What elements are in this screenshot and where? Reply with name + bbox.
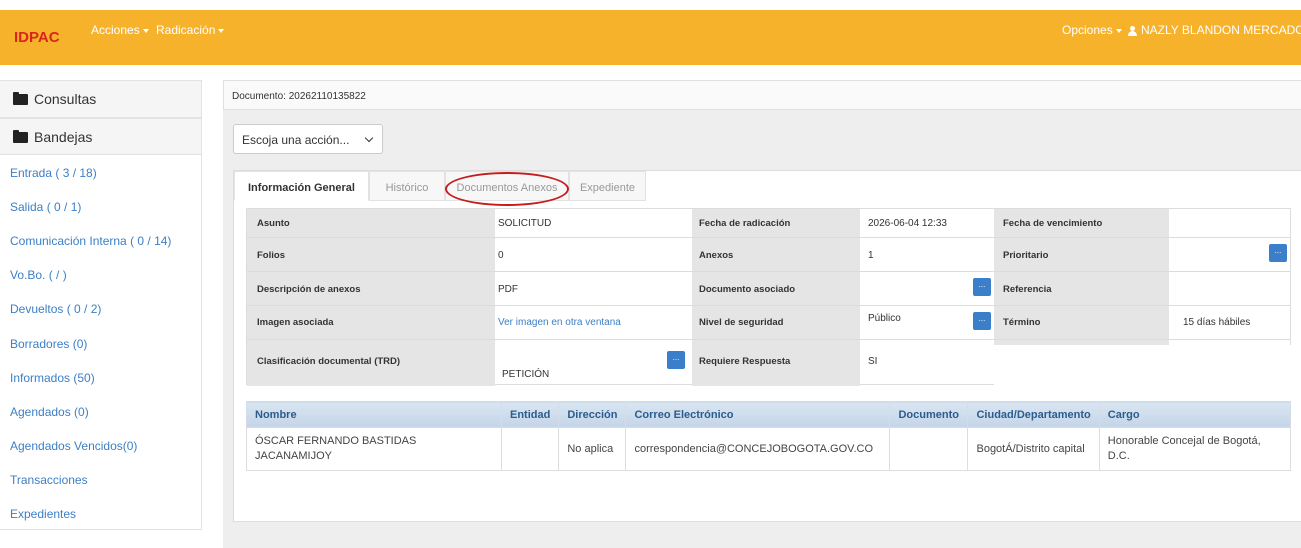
sidebar-item-devueltos[interactable]: Devueltos ( 0 / 2) — [10, 302, 101, 316]
main-panel: Documento: 20262110135822 Escoja una acc… — [223, 80, 1301, 548]
brand-logo[interactable]: IDPAC — [14, 29, 60, 46]
value-requiere-respuesta: SI — [868, 356, 878, 367]
col-direccion[interactable]: Dirección — [558, 401, 627, 428]
value-fecha-radicacion: 2026-06-04 12:33 — [868, 218, 947, 229]
cell-direccion: No aplica — [558, 427, 627, 471]
col-cargo[interactable]: Cargo — [1098, 401, 1292, 428]
folder-icon — [13, 130, 28, 143]
sidebar-bandejas[interactable]: Bandejas — [0, 118, 201, 155]
cell-entidad — [500, 427, 560, 471]
document-details: Información General Histórico Documentos… — [233, 170, 1301, 522]
table-header-row: Nombre Entidad Dirección Correo Electrón… — [246, 401, 1292, 428]
menu-radicacion[interactable]: Radicación — [156, 23, 225, 37]
sidebar-consultas[interactable]: Consultas — [0, 81, 201, 118]
sidebar-item-borradores[interactable]: Borradores (0) — [10, 337, 87, 351]
cell-cargo: Honorable Concejal de Bogotá, D.C. — [1098, 427, 1292, 471]
label-requiere-respuesta: Requiere Respuesta — [699, 356, 791, 367]
col-entidad[interactable]: Entidad — [500, 401, 560, 428]
col-correo[interactable]: Correo Electrónico — [625, 401, 891, 428]
label-descripcion-anexos: Descripción de anexos — [257, 284, 361, 295]
prioritario-button[interactable]: ... — [1269, 244, 1287, 262]
documento-asociado-button[interactable]: ... — [973, 278, 991, 296]
tab-informacion-general[interactable]: Información General — [234, 171, 369, 201]
caret-down-icon — [218, 28, 225, 33]
label-prioritario: Prioritario — [1003, 250, 1049, 261]
nivel-seguridad-button[interactable]: ... — [973, 312, 991, 330]
sidebar-item-agendados-vencidos[interactable]: Agendados Vencidos(0) — [10, 439, 137, 453]
action-select[interactable]: Escoja una acción... — [233, 124, 383, 154]
value-descripcion-anexos: PDF — [498, 284, 518, 295]
action-select-value: Escoja una acción... — [242, 133, 350, 147]
sidebar-item-salida[interactable]: Salida ( 0 / 1) — [10, 200, 81, 214]
user-menu[interactable]: NAZLY BLANDON MERCADO — [1128, 23, 1301, 37]
sidebar-item-transacciones[interactable]: Transacciones — [10, 473, 88, 487]
value-folios: 0 — [498, 250, 504, 261]
value-termino: 15 días hábiles — [1183, 317, 1251, 328]
col-documento[interactable]: Documento — [889, 401, 969, 428]
chevron-down-icon — [364, 133, 374, 143]
info-grid: Asunto SOLICITUD Fecha de radicación 202… — [246, 208, 1292, 386]
cell-nombre: ÓSCAR FERNANDO BASTIDAS JACANAMIJOY — [246, 427, 502, 471]
cell-ciudad: BogotÁ/Distrito capital — [967, 427, 1100, 471]
recipients-table: Nombre Entidad Dirección Correo Electrón… — [246, 401, 1292, 471]
sidebar-item-agendados[interactable]: Agendados (0) — [10, 405, 89, 419]
value-anexos: 1 — [868, 250, 874, 261]
sidebar-item-comunicacion-interna[interactable]: Comunicación Interna ( 0 / 14) — [10, 234, 171, 248]
value-nivel-seguridad: Público — [868, 313, 901, 324]
sidebar-item-expedientes[interactable]: Expedientes — [10, 507, 76, 521]
sidebar-item-informados[interactable]: Informados (50) — [10, 371, 95, 385]
label-fecha-radicacion: Fecha de radicación — [699, 218, 791, 229]
label-asunto: Asunto — [257, 218, 290, 229]
user-icon — [1128, 26, 1137, 36]
value-clasificacion-trd: PETICIÓN — [502, 369, 550, 380]
label-anexos: Anexos — [699, 250, 734, 261]
table-row: ÓSCAR FERNANDO BASTIDAS JACANAMIJOY No a… — [246, 427, 1292, 471]
tab-historico[interactable]: Histórico — [369, 171, 445, 201]
document-header: Documento: 20262110135822 — [223, 80, 1301, 110]
col-nombre[interactable]: Nombre — [246, 401, 502, 428]
label-documento-asociado: Documento asociado — [699, 284, 796, 295]
tab-bar: Información General Histórico Documentos… — [234, 171, 1301, 206]
label-folios: Folios — [257, 250, 285, 261]
cell-correo: correspondencia@CONCEJOBOGOTA.GOV.CO — [625, 427, 891, 471]
menu-opciones[interactable]: Opciones — [1062, 23, 1122, 37]
label-clasificacion-trd: Clasificación documental (TRD) — [257, 356, 401, 367]
value-asunto: SOLICITUD — [498, 218, 552, 229]
sidebar-item-vobo[interactable]: Vo.Bo. ( / ) — [10, 268, 67, 282]
caret-down-icon — [142, 28, 149, 33]
label-fecha-vencimiento: Fecha de vencimiento — [1003, 218, 1103, 229]
sidebar: Consultas Bandejas Entrada ( 3 / 18) Sal… — [0, 80, 202, 530]
menu-acciones[interactable]: Acciones — [91, 23, 149, 37]
bottom-strip — [223, 522, 1301, 548]
folder-icon — [13, 92, 28, 105]
label-referencia: Referencia — [1003, 284, 1052, 295]
clasificacion-button[interactable]: ... — [667, 351, 685, 369]
cell-documento — [889, 427, 969, 471]
label-nivel-seguridad: Nivel de seguridad — [699, 317, 784, 328]
tab-expediente[interactable]: Expediente — [569, 171, 646, 201]
top-navbar: IDPAC Acciones Radicación Opciones NAZLY… — [0, 10, 1301, 65]
highlight-circle — [445, 172, 569, 206]
col-ciudad[interactable]: Ciudad/Departamento — [967, 401, 1100, 428]
label-termino: Término — [1003, 317, 1041, 328]
sidebar-item-entrada[interactable]: Entrada ( 3 / 18) — [10, 166, 97, 180]
link-ver-imagen[interactable]: Ver imagen en otra ventana — [498, 317, 621, 328]
label-imagen-asociada: Imagen asociada — [257, 317, 334, 328]
caret-down-icon — [1115, 28, 1122, 33]
